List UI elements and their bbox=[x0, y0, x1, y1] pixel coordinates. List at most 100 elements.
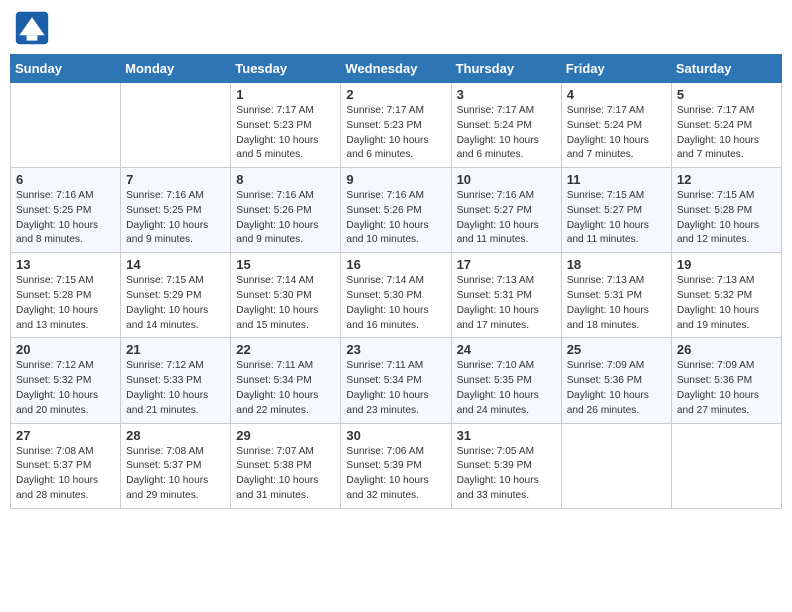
weekday-header: Tuesday bbox=[231, 55, 341, 83]
day-number: 13 bbox=[16, 257, 115, 272]
day-info: Sunrise: 7:09 AM Sunset: 5:36 PM Dayligh… bbox=[567, 359, 666, 418]
day-number: 15 bbox=[236, 257, 335, 272]
weekday-header: Thursday bbox=[451, 55, 561, 83]
day-info: Sunrise: 7:06 AM Sunset: 5:39 PM Dayligh… bbox=[346, 445, 445, 504]
calendar-cell: 30Sunrise: 7:06 AM Sunset: 5:39 PM Dayli… bbox=[341, 423, 451, 508]
day-number: 20 bbox=[16, 342, 115, 357]
day-info: Sunrise: 7:13 AM Sunset: 5:31 PM Dayligh… bbox=[567, 274, 666, 333]
calendar-cell: 22 Sunrise: 7:11 AM Sunset: 5:34 PM Dayli… bbox=[231, 338, 341, 423]
calendar-cell: 21 Sunrise: 7:12 AM Sunset: 5:33 PM Dayli… bbox=[121, 338, 231, 423]
day-number: 23 bbox=[346, 342, 445, 357]
day-info: Sunrise: 7:11 AM Sunset: 5:34 PM Dayligh… bbox=[236, 359, 335, 418]
day-number: 11 bbox=[567, 172, 666, 187]
calendar-cell: 8 Sunrise: 7:16 AM Sunset: 5:26 PM Daylig… bbox=[231, 168, 341, 253]
calendar-cell bbox=[671, 423, 781, 508]
day-number: 19 bbox=[677, 257, 776, 272]
calendar-cell: 29 Sunrise: 7:07 AM Sunset: 5:38 PM Dayli… bbox=[231, 423, 341, 508]
day-info: Sunrise: 7:17 AM Sunset: 5:23 PM Dayligh… bbox=[236, 104, 335, 163]
day-number: 12 bbox=[677, 172, 776, 187]
calendar-cell: 18 Sunrise: 7:13 AM Sunset: 5:31 PM Dayli… bbox=[561, 253, 671, 338]
day-number: 2 bbox=[346, 87, 445, 102]
day-number: 3 bbox=[457, 87, 556, 102]
calendar-cell: 3 Sunrise: 7:17 AM Sunset: 5:24 PM Daylig… bbox=[451, 83, 561, 168]
day-number: 8 bbox=[236, 172, 335, 187]
day-number: 16 bbox=[346, 257, 445, 272]
calendar-cell: 9Sunrise: 7:16 AM Sunset: 5:26 PM Daylig… bbox=[341, 168, 451, 253]
day-info: Sunrise: 7:15 AM Sunset: 5:28 PM Dayligh… bbox=[16, 274, 115, 333]
calendar-week-row: 27 Sunrise: 7:08 AM Sunset: 5:37 PM Dayli… bbox=[11, 423, 782, 508]
calendar-cell: 6 Sunrise: 7:16 AM Sunset: 5:25 PM Daylig… bbox=[11, 168, 121, 253]
calendar-cell: 27 Sunrise: 7:08 AM Sunset: 5:37 PM Dayli… bbox=[11, 423, 121, 508]
day-info: Sunrise: 7:15 AM Sunset: 5:27 PM Dayligh… bbox=[567, 189, 666, 248]
day-info: Sunrise: 7:16 AM Sunset: 5:27 PM Dayligh… bbox=[457, 189, 556, 248]
day-number: 31 bbox=[457, 428, 556, 443]
calendar-header-row: SundayMondayTuesdayWednesdayThursdayFrid… bbox=[11, 55, 782, 83]
calendar-cell: 19 Sunrise: 7:13 AM Sunset: 5:32 PM Dayli… bbox=[671, 253, 781, 338]
calendar-cell: 25 Sunrise: 7:09 AM Sunset: 5:36 PM Dayli… bbox=[561, 338, 671, 423]
day-info: Sunrise: 7:09 AM Sunset: 5:36 PM Dayligh… bbox=[677, 359, 776, 418]
day-number: 24 bbox=[457, 342, 556, 357]
calendar-week-row: 20 Sunrise: 7:12 AM Sunset: 5:32 PM Dayli… bbox=[11, 338, 782, 423]
day-info: Sunrise: 7:17 AM Sunset: 5:23 PM Dayligh… bbox=[346, 104, 445, 163]
calendar-cell: 11 Sunrise: 7:15 AM Sunset: 5:27 PM Dayli… bbox=[561, 168, 671, 253]
calendar-cell bbox=[561, 423, 671, 508]
day-info: Sunrise: 7:11 AM Sunset: 5:34 PM Dayligh… bbox=[346, 359, 445, 418]
day-number: 10 bbox=[457, 172, 556, 187]
day-info: Sunrise: 7:16 AM Sunset: 5:25 PM Dayligh… bbox=[16, 189, 115, 248]
page-header bbox=[10, 10, 782, 46]
day-info: Sunrise: 7:15 AM Sunset: 5:29 PM Dayligh… bbox=[126, 274, 225, 333]
day-number: 22 bbox=[236, 342, 335, 357]
day-info: Sunrise: 7:08 AM Sunset: 5:37 PM Dayligh… bbox=[126, 445, 225, 504]
calendar-cell: 7Sunrise: 7:16 AM Sunset: 5:25 PM Daylig… bbox=[121, 168, 231, 253]
calendar-week-row: 13 Sunrise: 7:15 AM Sunset: 5:28 PM Dayli… bbox=[11, 253, 782, 338]
day-number: 5 bbox=[677, 87, 776, 102]
calendar-cell: 24 Sunrise: 7:10 AM Sunset: 5:35 PM Dayli… bbox=[451, 338, 561, 423]
calendar-cell: 5 Sunrise: 7:17 AM Sunset: 5:24 PM Daylig… bbox=[671, 83, 781, 168]
calendar-cell: 31Sunrise: 7:05 AM Sunset: 5:39 PM Dayli… bbox=[451, 423, 561, 508]
day-info: Sunrise: 7:07 AM Sunset: 5:38 PM Dayligh… bbox=[236, 445, 335, 504]
calendar-cell: 14Sunrise: 7:15 AM Sunset: 5:29 PM Dayli… bbox=[121, 253, 231, 338]
calendar-cell: 17 Sunrise: 7:13 AM Sunset: 5:31 PM Dayli… bbox=[451, 253, 561, 338]
day-number: 25 bbox=[567, 342, 666, 357]
day-number: 4 bbox=[567, 87, 666, 102]
day-info: Sunrise: 7:13 AM Sunset: 5:31 PM Dayligh… bbox=[457, 274, 556, 333]
calendar-cell: 4 Sunrise: 7:17 AM Sunset: 5:24 PM Daylig… bbox=[561, 83, 671, 168]
weekday-header: Monday bbox=[121, 55, 231, 83]
calendar-cell: 26Sunrise: 7:09 AM Sunset: 5:36 PM Dayli… bbox=[671, 338, 781, 423]
day-number: 1 bbox=[236, 87, 335, 102]
calendar-cell: 12Sunrise: 7:15 AM Sunset: 5:28 PM Dayli… bbox=[671, 168, 781, 253]
day-info: Sunrise: 7:16 AM Sunset: 5:26 PM Dayligh… bbox=[236, 189, 335, 248]
day-info: Sunrise: 7:14 AM Sunset: 5:30 PM Dayligh… bbox=[346, 274, 445, 333]
day-info: Sunrise: 7:17 AM Sunset: 5:24 PM Dayligh… bbox=[567, 104, 666, 163]
day-info: Sunrise: 7:08 AM Sunset: 5:37 PM Dayligh… bbox=[16, 445, 115, 504]
day-info: Sunrise: 7:13 AM Sunset: 5:32 PM Dayligh… bbox=[677, 274, 776, 333]
day-number: 27 bbox=[16, 428, 115, 443]
logo bbox=[14, 10, 54, 46]
calendar-cell: 16 Sunrise: 7:14 AM Sunset: 5:30 PM Dayli… bbox=[341, 253, 451, 338]
calendar-cell bbox=[11, 83, 121, 168]
weekday-header: Sunday bbox=[11, 55, 121, 83]
calendar-cell: 10 Sunrise: 7:16 AM Sunset: 5:27 PM Dayli… bbox=[451, 168, 561, 253]
day-info: Sunrise: 7:17 AM Sunset: 5:24 PM Dayligh… bbox=[677, 104, 776, 163]
calendar-table: SundayMondayTuesdayWednesdayThursdayFrid… bbox=[10, 54, 782, 509]
logo-icon bbox=[14, 10, 50, 46]
day-number: 9 bbox=[346, 172, 445, 187]
calendar-cell: 1 Sunrise: 7:17 AM Sunset: 5:23 PM Daylig… bbox=[231, 83, 341, 168]
weekday-header: Wednesday bbox=[341, 55, 451, 83]
day-info: Sunrise: 7:10 AM Sunset: 5:35 PM Dayligh… bbox=[457, 359, 556, 418]
calendar-cell: 15Sunrise: 7:14 AM Sunset: 5:30 PM Dayli… bbox=[231, 253, 341, 338]
day-number: 18 bbox=[567, 257, 666, 272]
day-number: 21 bbox=[126, 342, 225, 357]
weekday-header: Saturday bbox=[671, 55, 781, 83]
calendar-cell: 20 Sunrise: 7:12 AM Sunset: 5:32 PM Dayli… bbox=[11, 338, 121, 423]
calendar-week-row: 6 Sunrise: 7:16 AM Sunset: 5:25 PM Daylig… bbox=[11, 168, 782, 253]
day-number: 17 bbox=[457, 257, 556, 272]
day-info: Sunrise: 7:12 AM Sunset: 5:33 PM Dayligh… bbox=[126, 359, 225, 418]
day-number: 29 bbox=[236, 428, 335, 443]
calendar-cell: 28Sunrise: 7:08 AM Sunset: 5:37 PM Dayli… bbox=[121, 423, 231, 508]
day-info: Sunrise: 7:12 AM Sunset: 5:32 PM Dayligh… bbox=[16, 359, 115, 418]
calendar-cell: 23 Sunrise: 7:11 AM Sunset: 5:34 PM Dayli… bbox=[341, 338, 451, 423]
day-number: 6 bbox=[16, 172, 115, 187]
calendar-cell bbox=[121, 83, 231, 168]
day-info: Sunrise: 7:17 AM Sunset: 5:24 PM Dayligh… bbox=[457, 104, 556, 163]
